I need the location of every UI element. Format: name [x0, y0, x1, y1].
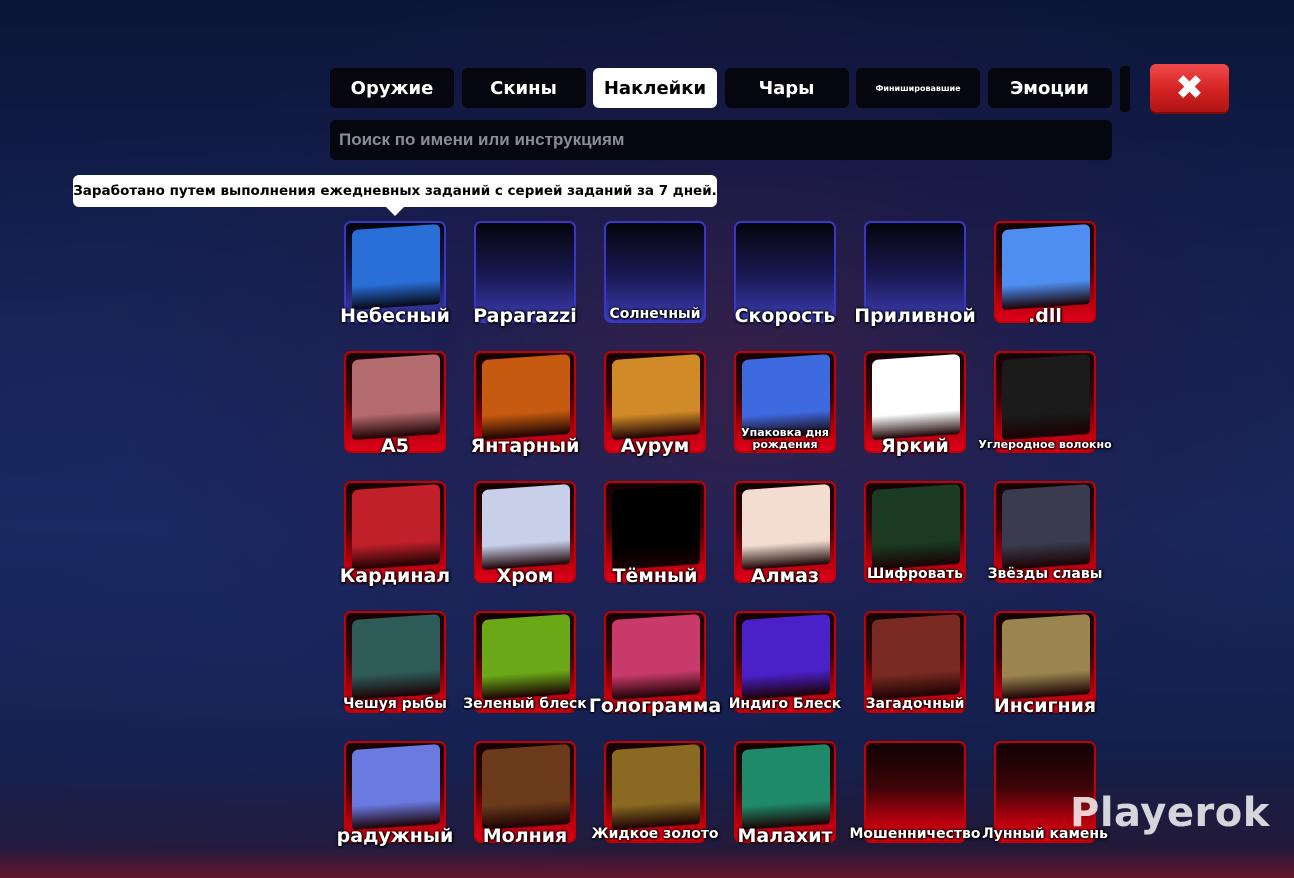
sticker-label: .dll	[1028, 305, 1062, 327]
sticker-item[interactable]: Тёмный	[604, 481, 706, 587]
sticker-preview	[482, 613, 570, 701]
close-button[interactable]: ✖	[1150, 64, 1229, 112]
sticker-label: Солнечный	[609, 306, 701, 322]
tab-finishers[interactable]: Финишировавшие	[856, 68, 980, 108]
sticker-item[interactable]: Загадочный	[864, 611, 966, 713]
sticker-label: Жидкое золото	[591, 826, 719, 842]
sticker-label: Аурум	[620, 435, 690, 457]
item-tooltip: Заработано путем выполнения ежедневных з…	[73, 175, 717, 216]
sticker-label: Звёзды славы	[987, 566, 1103, 582]
sticker-label: Яркий	[881, 435, 949, 457]
sticker-label: Скорость	[734, 305, 836, 327]
sticker-item[interactable]: Мошенничество	[849, 741, 981, 843]
sticker-preview	[352, 743, 440, 831]
sticker-label: Небесный	[340, 305, 450, 327]
tabs-scrollbar[interactable]	[1120, 66, 1130, 112]
sticker-preview	[612, 483, 700, 571]
sticker-item[interactable]: Небесный	[340, 221, 450, 327]
sticker-item[interactable]: Углеродное волокно	[978, 351, 1112, 453]
sticker-item[interactable]: Paparazzi	[473, 221, 577, 327]
sticker-preview	[1002, 223, 1090, 311]
sticker-label: Мошенничество	[849, 826, 981, 842]
sticker-preview	[482, 483, 570, 571]
sticker-item[interactable]: Солнечный	[604, 221, 706, 323]
sticker-item[interactable]: .dll	[994, 221, 1096, 327]
sticker-preview	[482, 743, 570, 831]
sticker-label: Индиго Блеск	[728, 696, 842, 712]
sticker-label: Углеродное волокно	[978, 438, 1112, 451]
sticker-item[interactable]: Молния	[474, 741, 576, 847]
tab-charms[interactable]: Чары	[724, 68, 849, 108]
sticker-preview	[352, 613, 440, 701]
sticker-preview	[352, 353, 440, 441]
background-glow	[0, 848, 1294, 878]
sticker-preview	[352, 483, 440, 571]
sticker-label: Малахит	[737, 825, 833, 847]
sticker-item[interactable]: Шифровать	[864, 481, 966, 583]
sticker-label: Чешуя рыбы	[343, 696, 447, 712]
sticker-label: Зеленый блеск	[463, 696, 587, 712]
sticker-item[interactable]: A5	[344, 351, 446, 457]
sticker-item[interactable]: Аурум	[604, 351, 706, 457]
sticker-label: Молния	[482, 825, 568, 847]
sticker-item[interactable]: Жидкое золото	[591, 741, 719, 843]
sticker-label: Хром	[496, 565, 554, 587]
sticker-item[interactable]: Звёзды славы	[988, 481, 1102, 583]
sticker-item[interactable]: Упаковка дня рождения	[734, 351, 836, 453]
sticker-label: Голограмма	[588, 695, 722, 717]
sticker-label: радужный	[336, 825, 454, 847]
close-x-icon: ✖	[1175, 68, 1204, 108]
sticker-preview	[742, 483, 830, 571]
tab-skins[interactable]: Скины	[461, 68, 586, 108]
sticker-preview	[482, 353, 570, 441]
sticker-item[interactable]: Янтарный	[471, 351, 579, 457]
sticker-label: Упаковка дня рождения	[741, 426, 829, 451]
sticker-label: Paparazzi	[473, 305, 577, 327]
sticker-label: Тёмный	[612, 565, 698, 587]
search-input[interactable]	[330, 120, 1112, 160]
sticker-item[interactable]: Кардинал	[340, 481, 450, 587]
sticker-item[interactable]: Инсигния	[994, 611, 1096, 717]
sticker-label: Приливной	[854, 305, 976, 327]
sticker-item[interactable]: Чешуя рыбы	[343, 611, 447, 713]
sticker-preview	[612, 743, 700, 831]
sticker-preview	[352, 223, 440, 311]
sticker-item[interactable]: Хром	[474, 481, 576, 587]
sticker-item[interactable]: Алмаз	[734, 481, 836, 587]
sticker-label: Янтарный	[470, 435, 580, 457]
sticker-label: Загадочный	[865, 696, 965, 712]
sticker-item[interactable]: Индиго Блеск	[729, 611, 841, 713]
sticker-preview	[1002, 483, 1090, 571]
sticker-preview	[872, 353, 960, 441]
sticker-item[interactable]: Зеленый блеск	[463, 611, 587, 713]
sticker-preview	[872, 483, 960, 571]
sticker-item[interactable]: Приливной	[854, 221, 976, 327]
sticker-preview	[742, 743, 830, 831]
sticker-item[interactable]: радужный	[337, 741, 453, 847]
sticker-item[interactable]: Голограмма	[589, 611, 721, 717]
sticker-item[interactable]: Яркий	[864, 351, 966, 457]
sticker-preview	[1002, 353, 1090, 441]
sticker-preview	[612, 613, 700, 701]
tab-stickers[interactable]: Наклейки	[593, 68, 717, 108]
sticker-label: Кардинал	[339, 565, 451, 587]
sticker-item[interactable]: Малахит	[734, 741, 836, 847]
sticker-label: Алмаз	[750, 565, 819, 587]
tab-emotes[interactable]: Эмоции	[987, 68, 1112, 108]
sticker-preview	[742, 613, 830, 701]
playerok-watermark: Playerok	[1070, 790, 1270, 836]
sticker-label: A5	[381, 435, 409, 457]
sticker-label: Шифровать	[867, 566, 963, 582]
sticker-preview	[612, 353, 700, 441]
sticker-label: Инсигния	[993, 695, 1097, 717]
sticker-preview	[1002, 613, 1090, 701]
tooltip-text: Заработано путем выполнения ежедневных з…	[73, 183, 717, 199]
tab-weapons[interactable]: Оружие	[330, 68, 454, 108]
sticker-item[interactable]: Скорость	[734, 221, 836, 327]
sticker-preview	[872, 613, 960, 701]
